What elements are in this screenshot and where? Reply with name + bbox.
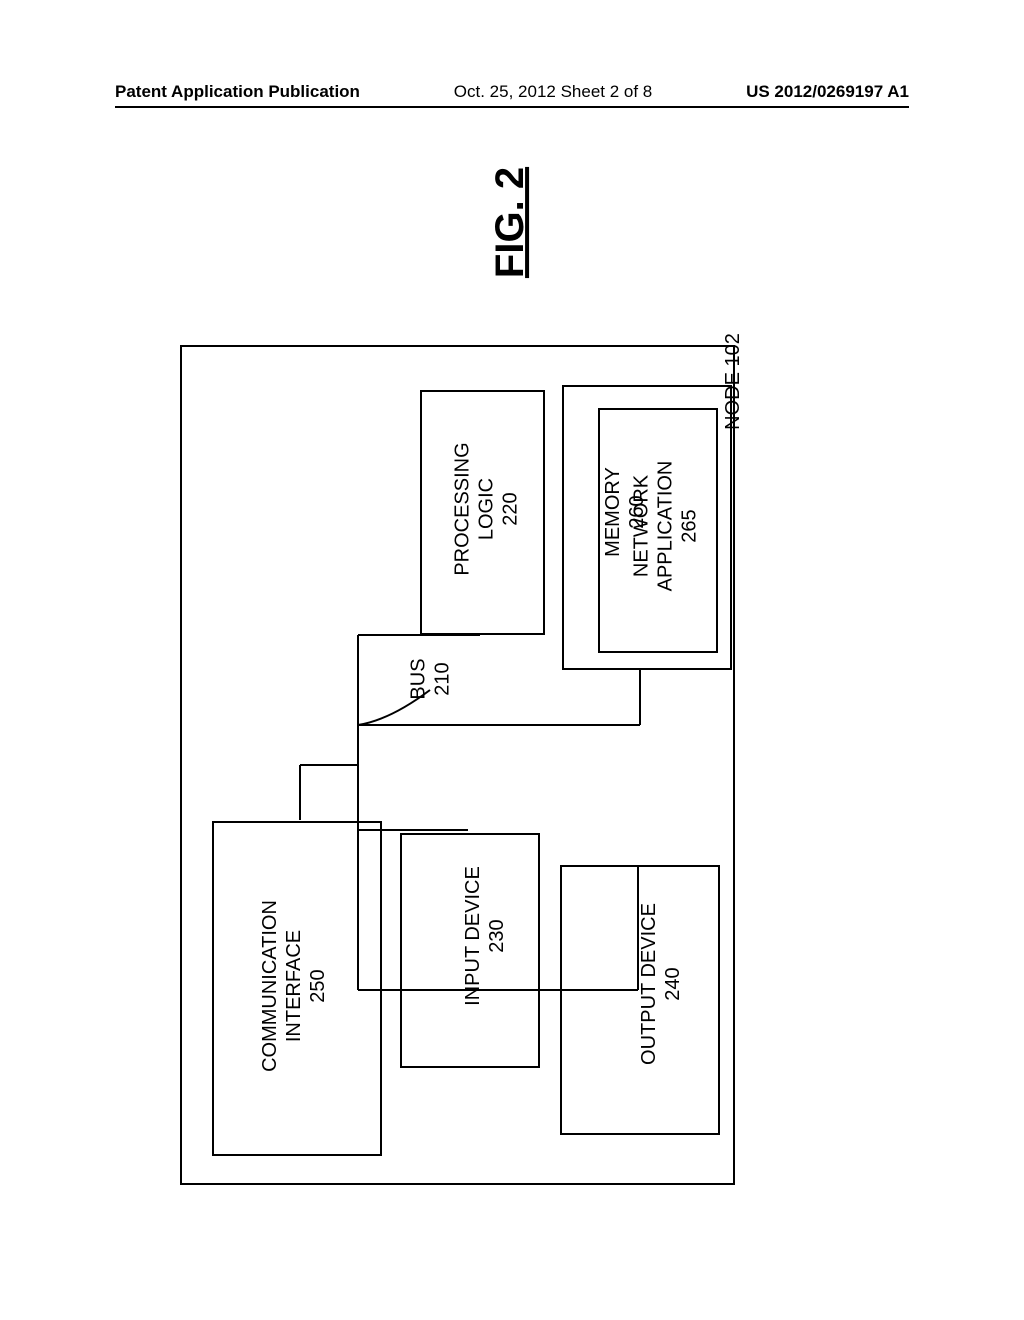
communication-interface-label: COMMUNICATION INTERFACE 250 bbox=[258, 900, 330, 1072]
text-line: INPUT DEVICE bbox=[462, 866, 484, 1006]
header-center: Oct. 25, 2012 Sheet 2 of 8 bbox=[454, 82, 652, 102]
text-line: BUS bbox=[408, 658, 430, 699]
header-right: US 2012/0269197 A1 bbox=[746, 82, 909, 102]
text-line: 250 bbox=[307, 969, 329, 1002]
text-line: LOGIC bbox=[476, 478, 498, 540]
processing-logic-label: PROCESSING LOGIC 220 bbox=[451, 442, 523, 575]
text-line: COMMUNICATION bbox=[259, 900, 281, 1072]
text-line: INTERFACE bbox=[283, 930, 305, 1042]
header-rule bbox=[115, 106, 909, 108]
figure-label: FIG. 2 bbox=[488, 167, 533, 278]
text-line: PROCESSING bbox=[452, 442, 474, 575]
text-line: NETWORK bbox=[630, 475, 652, 577]
text-line: 230 bbox=[486, 919, 508, 952]
header-left: Patent Application Publication bbox=[115, 82, 360, 102]
network-application-label: NETWORK APPLICATION 265 bbox=[629, 461, 701, 592]
input-device-label: INPUT DEVICE 230 bbox=[461, 866, 509, 1006]
page-header: Patent Application Publication Oct. 25, … bbox=[0, 82, 1024, 102]
text-line: 210 bbox=[432, 662, 454, 695]
text-line: OUTPUT DEVICE bbox=[638, 903, 660, 1065]
diagram: FIG. 2 NODE 102 COMMUNICATION INTERFACE … bbox=[180, 160, 800, 1220]
text-line: APPLICATION bbox=[654, 461, 676, 592]
text-line: 240 bbox=[662, 967, 684, 1000]
output-device-label: OUTPUT DEVICE 240 bbox=[637, 903, 685, 1065]
text-line: 265 bbox=[678, 509, 700, 542]
text-line: 220 bbox=[500, 492, 522, 525]
bus-label: BUS 210 bbox=[407, 658, 455, 699]
